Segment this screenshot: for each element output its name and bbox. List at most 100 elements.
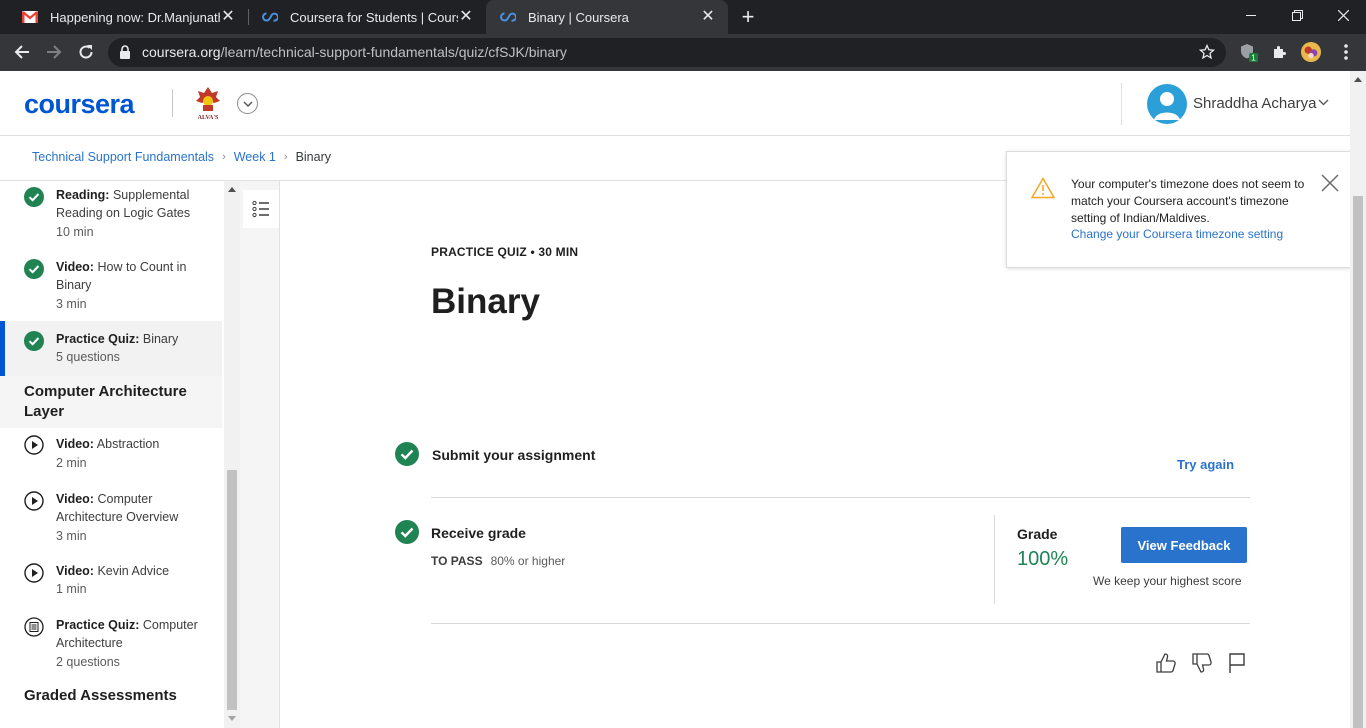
scroll-down-arrow-icon[interactable] [228,716,236,722]
browser-toolbar: coursera.org/learn/technical-support-fun… [0,34,1366,71]
page-title: Binary [431,282,540,321]
item-title: Kevin Advice [97,564,170,578]
sidebar-item-label: Video: Computer Architecture Overview [56,490,216,526]
address-bar[interactable]: coursera.org/learn/technical-support-fun… [108,38,1226,67]
new-tab-button[interactable]: + [738,6,758,28]
item-meta: 1 min [56,582,87,596]
item-type: Video: [56,564,94,578]
sidebar-item-label: Video: Kevin Advice [56,562,216,580]
grade-divider [994,515,995,604]
item-type: Video: [56,260,94,274]
sidebar-item-architecture-overview[interactable]: Video: Computer Architecture Overview 3 … [0,487,222,559]
forward-button[interactable] [42,40,66,64]
item-meta: 3 min [56,297,87,311]
sidebar-item-architecture-quiz[interactable]: Practice Quiz: Computer Architecture 2 q… [0,613,222,683]
play-icon [24,563,44,583]
section-title-graded: Graded Assessments [24,687,177,704]
to-pass-requirement: TO PASS 80% or higher [431,554,565,568]
restore-button[interactable] [1274,0,1320,30]
coursera-icon [262,9,278,25]
coursera-logo[interactable]: coursera [24,89,135,120]
user-avatar[interactable] [1147,84,1187,124]
url-host: coursera.org [142,44,221,60]
user-name[interactable]: Shraddha Acharya [1193,95,1316,112]
view-feedback-button[interactable]: View Feedback [1121,527,1247,563]
chevron-down-icon[interactable] [1318,99,1329,106]
grade-label: Grade [1017,526,1058,542]
grade-value: 100% [1017,548,1069,570]
url-text: coursera.org/learn/technical-support-fun… [142,44,567,60]
tab-close-icon[interactable]: ✕ [458,9,474,25]
check-circle-icon [395,520,419,544]
change-timezone-link[interactable]: Change your Coursera timezone setting [1071,227,1283,241]
tab-title: Happening now: Dr.Manjunath K [50,9,220,25]
sidebar-item-abstraction[interactable]: Video: Abstraction 2 min [0,431,222,485]
chevron-right-icon: › [222,151,226,163]
item-type: Video: [56,437,94,451]
current-item-indicator [0,321,5,376]
check-circle-icon [24,187,44,207]
thumbs-up-icon[interactable] [1155,652,1177,674]
back-button[interactable] [10,40,34,64]
chevron-down-icon [242,100,253,107]
site-header: coursera ALVA'S Shraddha Acharya [0,71,1366,136]
browser-tab-gmail[interactable]: Happening now: Dr.Manjunath K ✕ [8,0,248,34]
quiz-icon [24,617,44,637]
flag-icon[interactable] [1227,652,1249,674]
lock-icon[interactable] [119,45,131,59]
scroll-up-arrow-icon[interactable] [228,186,236,192]
try-again-button[interactable]: Try again [1177,457,1234,472]
coursera-icon [500,9,516,25]
item-type: Practice Quiz: [56,332,140,346]
shield-extension-icon[interactable]: 1 [1238,42,1258,62]
profile-avatar-icon[interactable] [1301,42,1321,62]
sidebar-item-label: Practice Quiz: Binary [56,330,216,348]
item-title: Abstraction [96,437,160,451]
browser-tab-binary[interactable]: Binary | Coursera ✕ [486,0,728,34]
chrome-menu-icon[interactable] [1336,42,1356,62]
scroll-up-arrow-icon[interactable] [1354,76,1362,82]
check-circle-icon [24,331,44,351]
tab-title: Binary | Coursera [528,9,629,25]
sidebar-scrollbar[interactable] [224,181,240,728]
sidebar-item-label: Video: Abstraction [56,435,216,453]
thumbs-down-icon[interactable] [1191,652,1213,674]
tab-close-icon[interactable]: ✕ [700,9,716,25]
sidebar-item-practice-quiz-binary[interactable]: Practice Quiz: Binary 5 questions [0,321,222,376]
outline-rail [240,181,280,728]
breadcrumb-course[interactable]: Technical Support Fundamentals [32,150,214,164]
browser-tab-strip: Happening now: Dr.Manjunath K ✕ Coursera… [0,0,1366,34]
toggle-outline-button[interactable] [243,190,279,228]
course-sidebar: Reading: Supplemental Reading on Logic G… [0,181,224,728]
close-window-button[interactable] [1320,0,1366,30]
breadcrumb-week[interactable]: Week 1 [234,150,276,164]
sidebar-scrollbar-thumb[interactable] [227,470,237,710]
keep-score-note: We keep your highest score [1093,574,1242,588]
chevron-right-icon: › [283,151,288,163]
item-type: Reading: [56,188,110,202]
item-type: Video: [56,492,94,506]
tab-close-icon[interactable]: ✕ [220,9,236,25]
partner-logo[interactable]: ALVA'S [192,85,224,121]
section-divider [431,623,1250,624]
sidebar-item-count-binary[interactable]: Video: How to Count in Binary 3 min [0,249,222,321]
section-divider [431,497,1250,498]
sidebar-item-label: Practice Quiz: Computer Architecture [56,616,216,652]
close-icon[interactable] [1319,172,1341,194]
play-icon [24,491,44,511]
to-pass-value: 80% or higher [490,554,566,568]
gmail-icon [22,9,38,25]
sidebar-item-supplemental-reading[interactable]: Reading: Supplemental Reading on Logic G… [0,181,222,249]
page-scrollbar[interactable] [1350,71,1366,728]
page-scrollbar-thumb[interactable] [1353,196,1363,728]
sidebar-item-kevin-advice[interactable]: Video: Kevin Advice 1 min [0,559,222,613]
minimize-button[interactable] [1228,0,1274,30]
submit-step-title: Submit your assignment [432,447,596,463]
browser-tab-coursera-students[interactable]: Coursera for Students | Coursera ✕ [248,0,486,34]
bookmark-star-icon[interactable] [1199,44,1215,60]
check-circle-icon [24,259,44,279]
extensions-puzzle-icon[interactable] [1270,42,1290,62]
partner-dropdown-button[interactable] [237,93,258,114]
reload-button[interactable] [74,40,98,64]
item-meta: 3 min [56,529,87,543]
